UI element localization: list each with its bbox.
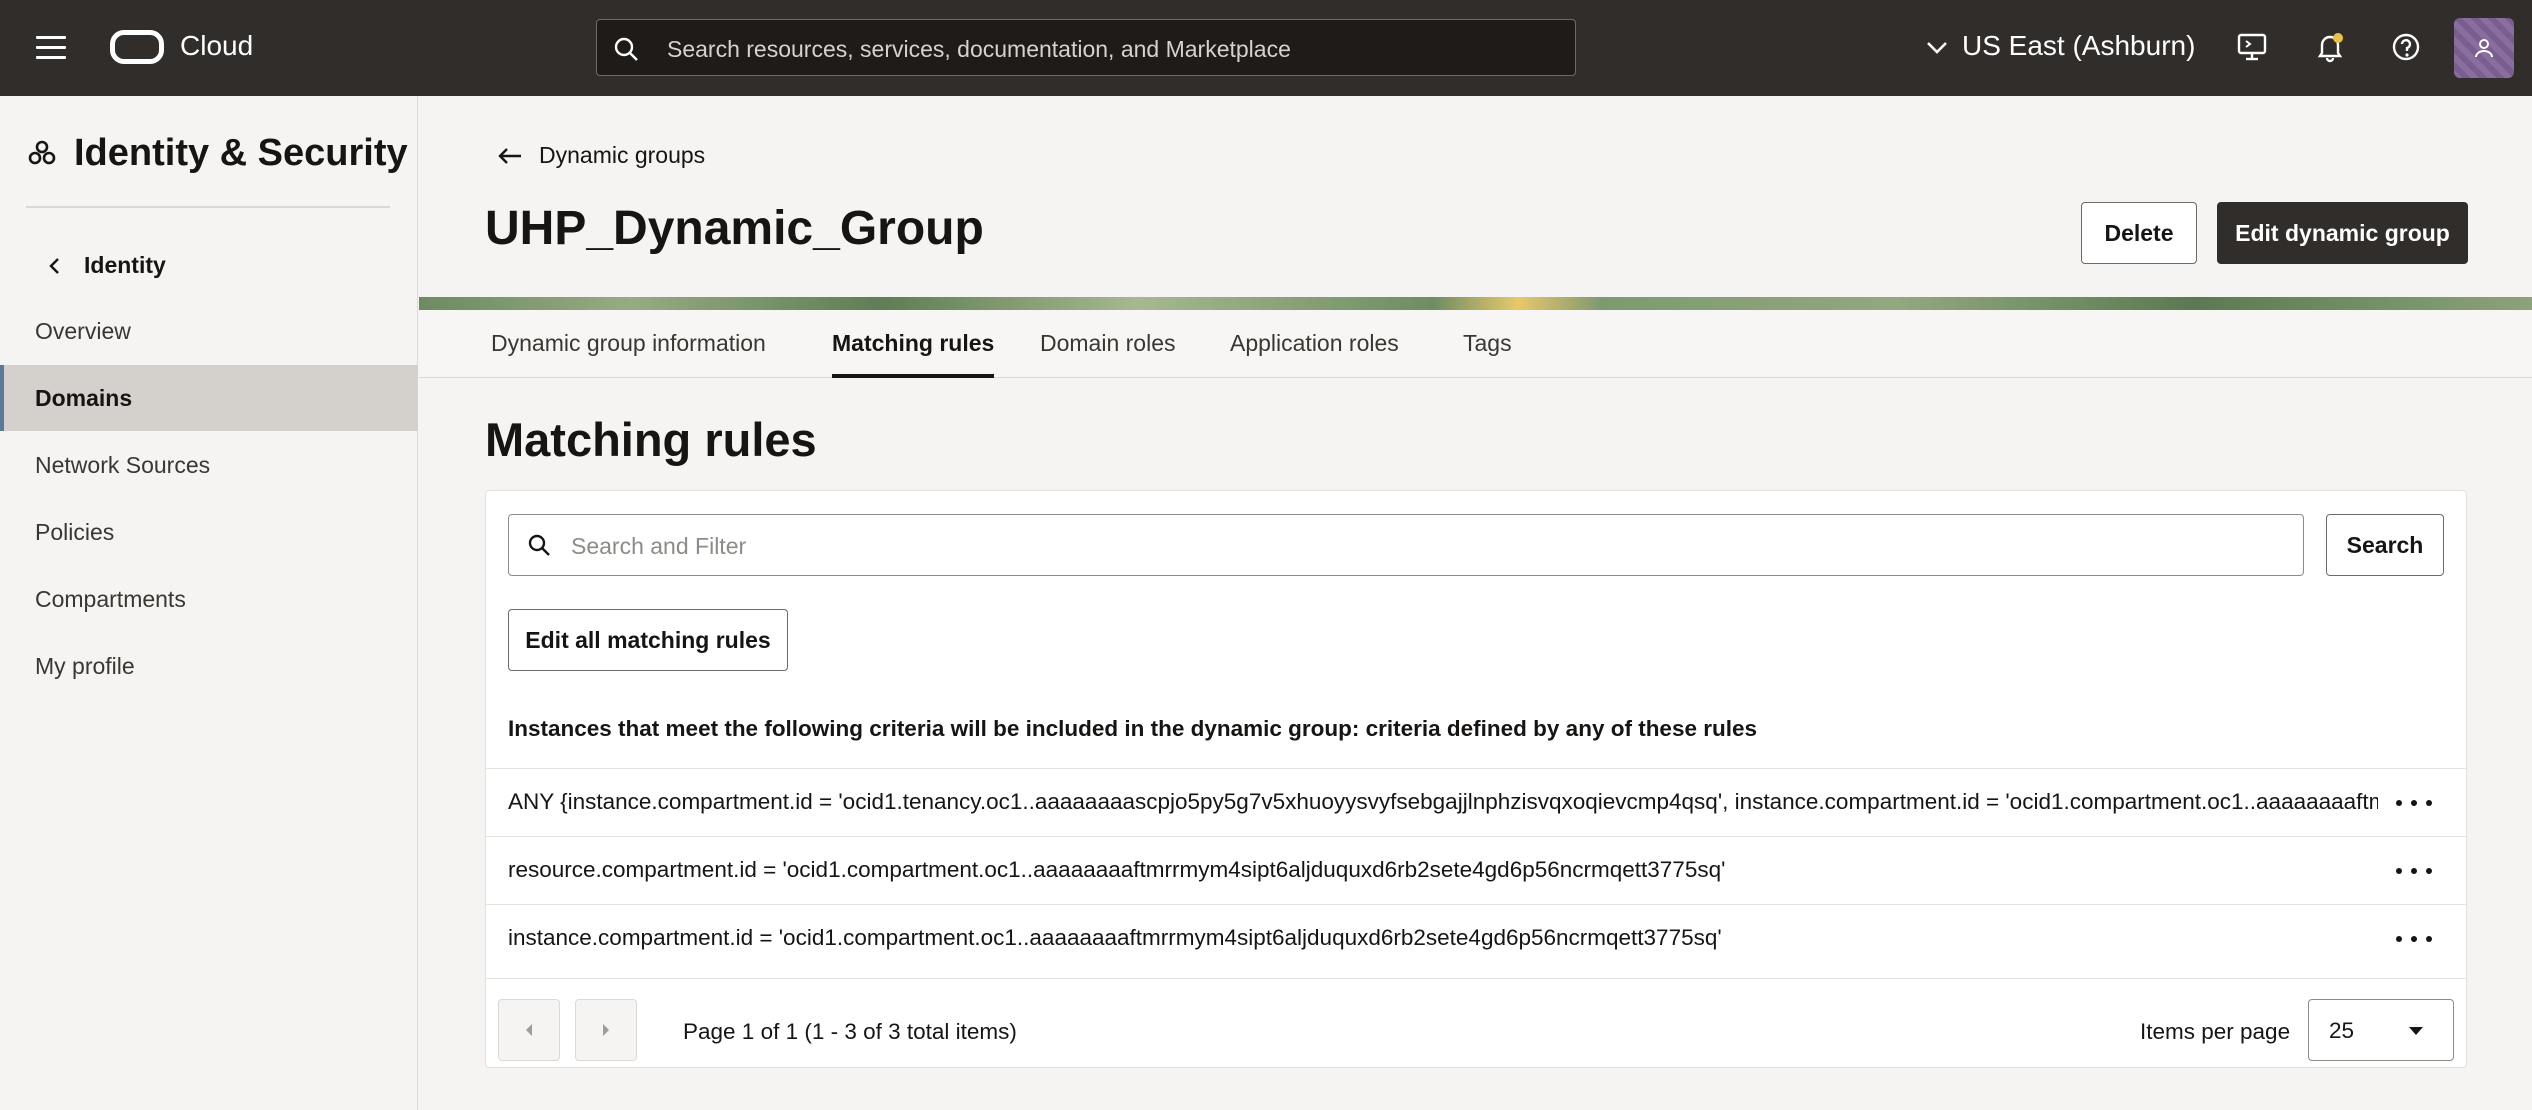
search-icon bbox=[614, 37, 638, 61]
pagination-info: Page 1 of 1 (1 - 3 of 3 total items) bbox=[683, 1019, 1017, 1044]
rules-column-header: Instances that meet the following criter… bbox=[508, 716, 1758, 741]
back-link-label: Dynamic groups bbox=[539, 142, 706, 168]
chevron-down-icon bbox=[1927, 41, 1947, 54]
caret-left-icon bbox=[526, 1024, 532, 1036]
items-per-page-label: Items per page bbox=[2140, 1019, 2291, 1044]
identity-security-icon bbox=[28, 140, 56, 164]
sidebar-back-identity[interactable]: Identity bbox=[48, 252, 166, 279]
back-to-dynamic-groups-link[interactable]: Dynamic groups bbox=[497, 142, 705, 169]
help-icon[interactable] bbox=[2386, 27, 2426, 67]
next-page-button[interactable] bbox=[575, 999, 637, 1061]
search-icon bbox=[528, 534, 550, 556]
sidebar-item-network-sources[interactable]: Network Sources bbox=[0, 432, 418, 498]
region-selector[interactable]: US East (Ashburn) bbox=[1926, 30, 2195, 62]
search-filter-input[interactable]: Search and Filter bbox=[508, 514, 2304, 576]
notifications-bell-icon[interactable] bbox=[2310, 27, 2350, 67]
rule-cell: instance.compartment.id = 'ocid1.compart… bbox=[508, 925, 1722, 950]
sidebar-back-label: Identity bbox=[84, 252, 166, 278]
menu-icon[interactable] bbox=[36, 36, 66, 60]
row-actions-menu-icon[interactable] bbox=[2396, 925, 2432, 953]
rule-cell: resource.compartment.id = 'ocid1.compart… bbox=[508, 857, 1726, 882]
caret-down-icon bbox=[2409, 1027, 2423, 1035]
decorative-banner bbox=[419, 297, 2532, 310]
sidebar-item-compartments[interactable]: Compartments bbox=[0, 566, 418, 632]
chevron-left-icon bbox=[49, 257, 59, 274]
user-icon bbox=[2475, 39, 2493, 58]
sidebar-title-label: Identity & Security bbox=[74, 132, 408, 174]
sidebar-item-overview[interactable]: Overview bbox=[0, 298, 418, 364]
arrow-left-icon bbox=[498, 147, 521, 164]
search-button[interactable]: Search bbox=[2326, 514, 2444, 576]
rule-cell: ANY {instance.compartment.id = 'ocid1.te… bbox=[508, 789, 2378, 814]
previous-page-button[interactable] bbox=[498, 999, 560, 1061]
row-actions-menu-icon[interactable] bbox=[2396, 789, 2432, 817]
tab-application-roles[interactable]: Application roles bbox=[1230, 330, 1399, 378]
sidebar-item-domains[interactable]: Domains bbox=[0, 365, 418, 431]
main-content: Dynamic groups UHP_Dynamic_Group Delete … bbox=[419, 96, 2532, 1110]
table-row: resource.compartment.id = 'ocid1.compart… bbox=[486, 836, 2466, 904]
sidebar-title: Identity & Security bbox=[26, 132, 408, 175]
tab-dynamic-group-information[interactable]: Dynamic group information bbox=[491, 330, 766, 378]
items-per-page-select[interactable]: 25 bbox=[2308, 999, 2454, 1061]
edit-dynamic-group-button[interactable]: Edit dynamic group bbox=[2217, 202, 2468, 264]
delete-button[interactable]: Delete bbox=[2081, 202, 2197, 264]
sidebar-item-policies[interactable]: Policies bbox=[0, 499, 418, 565]
section-title: Matching rules bbox=[485, 413, 817, 466]
tab-domain-roles[interactable]: Domain roles bbox=[1040, 330, 1176, 378]
cloud-shell-icon[interactable] bbox=[2232, 27, 2272, 67]
tab-tags[interactable]: Tags bbox=[1463, 330, 1512, 378]
global-search-placeholder: Search resources, services, documentatio… bbox=[667, 36, 1291, 62]
row-actions-menu-icon[interactable] bbox=[2396, 857, 2432, 885]
caret-right-icon bbox=[603, 1024, 609, 1036]
tab-matching-rules[interactable]: Matching rules bbox=[832, 330, 995, 378]
global-search-input[interactable]: Search resources, services, documentatio… bbox=[596, 19, 1576, 76]
region-label: US East (Ashburn) bbox=[1962, 30, 2196, 61]
top-navigation-bar: Cloud Search resources, services, docume… bbox=[0, 0, 2532, 96]
search-filter-placeholder: Search and Filter bbox=[571, 533, 747, 559]
sidebar-divider bbox=[26, 206, 390, 208]
oracle-logo[interactable] bbox=[110, 30, 164, 64]
sidebar: Identity & Security Identity Overview Do… bbox=[0, 96, 418, 1110]
matching-rules-panel: Search and Filter Search Edit all matchi… bbox=[485, 490, 2467, 1068]
page-title: UHP_Dynamic_Group bbox=[485, 202, 984, 255]
table-row: ANY {instance.compartment.id = 'ocid1.te… bbox=[486, 768, 2466, 836]
table-row: instance.compartment.id = 'ocid1.compart… bbox=[486, 904, 2466, 972]
edit-all-matching-rules-button[interactable]: Edit all matching rules bbox=[508, 609, 788, 671]
brand-label[interactable]: Cloud bbox=[180, 30, 253, 62]
items-per-page-value: 25 bbox=[2329, 1018, 2355, 1043]
pagination-bar: Page 1 of 1 (1 - 3 of 3 total items) Ite… bbox=[486, 978, 2466, 1068]
user-avatar[interactable] bbox=[2454, 18, 2514, 78]
sidebar-item-my-profile[interactable]: My profile bbox=[0, 633, 418, 699]
tab-bar: Dynamic group information Matching rules… bbox=[419, 310, 2532, 378]
